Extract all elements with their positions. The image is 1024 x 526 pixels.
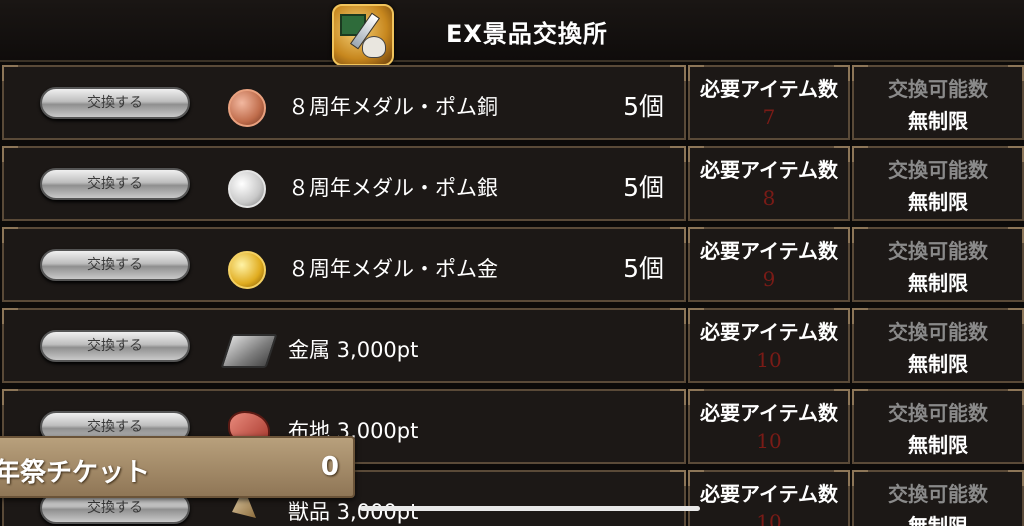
exchange-row: 交換する ８周年メダル・ポム銅 5個 必要アイテム数 7 交換可能数 無制限 xyxy=(0,62,1024,141)
limit-value: 無制限 xyxy=(908,514,968,526)
required-panel: 必要アイテム数 10 xyxy=(688,470,850,526)
item-count: 5個 xyxy=(623,254,664,283)
required-label: 必要アイテム数 xyxy=(700,482,838,506)
limit-value: 無制限 xyxy=(908,271,968,295)
exchange-button[interactable]: 交換する xyxy=(40,249,190,281)
exchange-screen: EX景品交換所 交換する ８周年メダル・ポム銅 5個 必要アイテム数 7 交換可… xyxy=(0,0,1024,526)
item-panel: 交換する ８周年メダル・ポム金 5個 xyxy=(2,227,686,302)
exchange-row: 交換する 金属 3,000pt 必要アイテム数 10 交換可能数 無制限 xyxy=(0,305,1024,384)
item-name: ８周年メダル・ポム銀 xyxy=(288,176,498,200)
limit-panel: 交換可能数 無制限 xyxy=(852,227,1024,302)
required-value: 10 xyxy=(756,429,782,453)
limit-label: 交換可能数 xyxy=(888,320,988,344)
exchange-button[interactable]: 交換する xyxy=(40,168,190,200)
required-panel: 必要アイテム数 9 xyxy=(688,227,850,302)
exchange-row: 交換する ８周年メダル・ポム金 5個 必要アイテム数 9 交換可能数 無制限 xyxy=(0,224,1024,303)
required-label: 必要アイテム数 xyxy=(700,320,838,344)
silver-medal-icon xyxy=(228,170,266,208)
item-panel: 交換する ８周年メダル・ポム銀 5個 xyxy=(2,146,686,221)
limit-value: 無制限 xyxy=(908,109,968,133)
limit-label: 交換可能数 xyxy=(888,401,988,425)
item-panel: 交換する ８周年メダル・ポム銅 5個 xyxy=(2,65,686,140)
exchange-row: 交換する ８周年メダル・ポム銀 5個 必要アイテム数 8 交換可能数 無制限 xyxy=(0,143,1024,222)
item-count: 5個 xyxy=(623,92,664,121)
header-bar: EX景品交換所 xyxy=(0,0,1024,66)
limit-label: 交換可能数 xyxy=(888,239,988,263)
limit-value: 無制限 xyxy=(908,433,968,457)
required-value: 9 xyxy=(762,267,776,291)
limit-value: 無制限 xyxy=(908,352,968,376)
required-panel: 必要アイテム数 10 xyxy=(688,308,850,383)
required-label: 必要アイテム数 xyxy=(700,401,838,425)
ticket-counter: 年祭チケット 0 xyxy=(0,436,355,498)
required-value: 10 xyxy=(756,510,782,526)
limit-panel: 交換可能数 無制限 xyxy=(852,146,1024,221)
required-label: 必要アイテム数 xyxy=(700,239,838,263)
required-label: 必要アイテム数 xyxy=(700,77,838,101)
gold-medal-icon xyxy=(228,251,266,289)
page-title: EX景品交換所 xyxy=(446,20,608,48)
limit-panel: 交換可能数 無制限 xyxy=(852,308,1024,383)
bronze-medal-icon xyxy=(228,89,266,127)
item-name: 獣品 3,000pt xyxy=(288,500,419,524)
limit-label: 交換可能数 xyxy=(888,77,988,101)
required-value: 10 xyxy=(756,348,782,372)
limit-panel: 交換可能数 無制限 xyxy=(852,65,1024,140)
ticket-label: 年祭チケット xyxy=(0,458,151,488)
exchange-button[interactable]: 交換する xyxy=(40,330,190,362)
item-name: 金属 3,000pt xyxy=(288,338,419,362)
exchange-shop-icon xyxy=(332,4,394,66)
required-value: 8 xyxy=(762,186,776,210)
required-label: 必要アイテム数 xyxy=(700,158,838,182)
limit-value: 無制限 xyxy=(908,190,968,214)
ticket-value: 0 xyxy=(320,452,339,482)
limit-panel: 交換可能数 無制限 xyxy=(852,470,1024,526)
limit-label: 交換可能数 xyxy=(888,158,988,182)
required-panel: 必要アイテム数 7 xyxy=(688,65,850,140)
item-panel: 交換する 金属 3,000pt xyxy=(2,308,686,383)
required-panel: 必要アイテム数 8 xyxy=(688,146,850,221)
item-name: ８周年メダル・ポム金 xyxy=(288,257,498,281)
required-value: 7 xyxy=(762,105,776,129)
item-name: ８周年メダル・ポム銅 xyxy=(288,95,498,119)
item-count: 5個 xyxy=(623,173,664,202)
limit-label: 交換可能数 xyxy=(888,482,988,506)
required-panel: 必要アイテム数 10 xyxy=(688,389,850,464)
metal-ingot-icon xyxy=(220,334,278,368)
limit-panel: 交換可能数 無制限 xyxy=(852,389,1024,464)
exchange-button[interactable]: 交換する xyxy=(40,87,190,119)
home-indicator[interactable] xyxy=(360,506,700,511)
